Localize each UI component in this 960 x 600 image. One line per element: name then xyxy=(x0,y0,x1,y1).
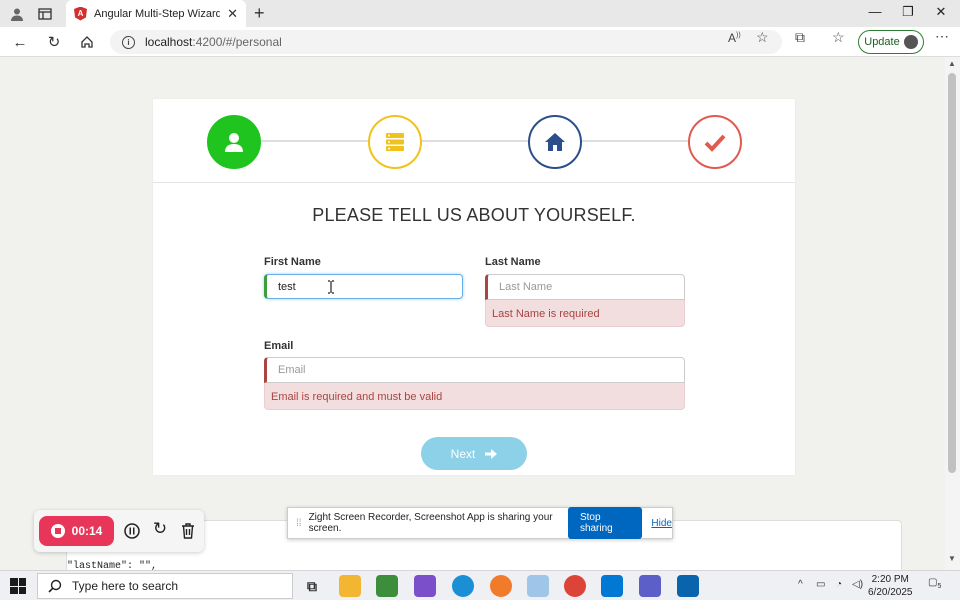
next-label: Next xyxy=(450,446,476,461)
text-cursor-icon xyxy=(328,280,334,294)
check-icon xyxy=(704,134,726,152)
search-icon xyxy=(48,579,62,593)
trash-icon[interactable] xyxy=(179,522,197,540)
windows-start-icon[interactable] xyxy=(10,578,26,594)
minimize-button[interactable]: — xyxy=(865,4,885,19)
more-menu-icon[interactable]: ⋯ xyxy=(935,28,949,45)
server-icon xyxy=(386,133,404,151)
read-aloud-icon[interactable]: A)) xyxy=(728,31,741,45)
drag-handle-icon[interactable]: ⁞⁞ xyxy=(296,518,302,529)
scrollbar[interactable]: ▲ ▼ xyxy=(945,57,960,570)
file-explorer-icon[interactable] xyxy=(339,575,361,597)
stop-sharing-button[interactable]: Stop sharing xyxy=(567,507,643,539)
battery-icon: ▭ xyxy=(816,579,826,590)
new-tab-button[interactable]: + xyxy=(254,3,265,24)
first-name-input[interactable] xyxy=(264,274,463,299)
json-line: "lastName": "", xyxy=(67,561,158,570)
screen-share-bar: ⁞⁞ Zight Screen Recorder, Screenshot App… xyxy=(287,507,673,539)
tab-bar: A Angular Multi-Step Wizard By ang ✕ + —… xyxy=(0,0,960,27)
step-work[interactable] xyxy=(368,115,422,169)
stop-icon xyxy=(50,524,65,538)
step-personal[interactable] xyxy=(207,115,261,169)
update-button[interactable]: Update xyxy=(858,30,924,54)
clock[interactable]: 2:20 PM 6/20/2025 xyxy=(868,573,913,599)
chrome-icon[interactable] xyxy=(564,575,586,597)
clock-time: 2:20 PM xyxy=(871,574,909,585)
back-icon[interactable]: ← xyxy=(11,33,29,51)
network-tool-icon[interactable] xyxy=(527,575,549,597)
update-label: Update xyxy=(864,36,900,48)
angular-logo-icon: A xyxy=(74,6,87,21)
favorite-star-icon[interactable]: ☆ xyxy=(756,29,769,46)
url-field[interactable]: i localhost:4200/#/personal xyxy=(110,30,782,54)
step-connector xyxy=(420,140,528,142)
edge-icon[interactable] xyxy=(452,575,474,597)
profile-icon[interactable] xyxy=(8,5,26,23)
close-window-button[interactable]: ✕ xyxy=(931,4,951,20)
next-button[interactable]: Next xyxy=(421,437,527,470)
scroll-thumb[interactable] xyxy=(948,73,956,473)
tab-close-icon[interactable]: ✕ xyxy=(227,6,238,22)
refresh-icon[interactable]: ↻ xyxy=(45,33,63,51)
avatar xyxy=(903,35,918,49)
outlook-icon[interactable] xyxy=(677,575,699,597)
vscode-icon[interactable] xyxy=(601,575,623,597)
image-editor-icon[interactable] xyxy=(376,575,398,597)
stop-recording-button[interactable]: 00:14 xyxy=(39,516,114,546)
teams-icon[interactable] xyxy=(639,575,661,597)
step-result[interactable] xyxy=(688,115,742,169)
browser-window: A Angular Multi-Step Wizard By ang ✕ + —… xyxy=(0,0,960,570)
step-indicator xyxy=(153,99,795,183)
email-input[interactable] xyxy=(264,357,685,383)
scroll-up-icon[interactable]: ▲ xyxy=(948,59,956,68)
restart-icon[interactable]: ↻ xyxy=(151,519,169,538)
restore-button[interactable]: ❐ xyxy=(898,4,918,20)
wizard-card: PLEASE TELL US ABOUT YOURSELF. First Nam… xyxy=(153,99,795,475)
hide-link[interactable]: Hide xyxy=(651,518,672,529)
tray-chevron-icon[interactable]: ^ xyxy=(798,579,803,590)
home-nav-icon[interactable] xyxy=(78,33,96,51)
volume-icon[interactable]: ◁) xyxy=(852,579,863,590)
site-info-icon[interactable]: i xyxy=(122,35,135,49)
first-name-label: First Name xyxy=(264,256,321,268)
user-icon xyxy=(225,133,243,152)
home-icon xyxy=(545,133,565,151)
postman-icon[interactable] xyxy=(490,575,512,597)
clock-date: 6/20/2025 xyxy=(868,587,913,598)
email-error: Email is required and must be valid xyxy=(264,383,685,410)
notification-count: 5 xyxy=(937,583,942,590)
last-name-error: Last Name is required xyxy=(485,300,685,327)
url-text: localhost:4200/#/personal xyxy=(145,35,282,49)
wifi-icon[interactable]: ◔ xyxy=(836,579,842,590)
last-name-input[interactable] xyxy=(485,274,685,300)
notification-icon[interactable]: ▢5 xyxy=(928,577,941,590)
workspaces-icon[interactable] xyxy=(36,5,54,23)
url-path: :4200/#/personal xyxy=(192,35,282,49)
share-message: Zight Screen Recorder, Screenshot App is… xyxy=(308,512,553,534)
taskbar: Type here to search ⧉ ^ ▭ ◔ ◁) 2:20 PM 6… xyxy=(0,570,960,600)
email-label: Email xyxy=(264,340,294,352)
recording-time: 00:14 xyxy=(71,524,103,538)
page-title: PLEASE TELL US ABOUT YOURSELF. xyxy=(312,205,636,225)
arrow-right-icon xyxy=(485,448,498,459)
scroll-down-icon[interactable]: ▼ xyxy=(948,554,956,563)
search-placeholder: Type here to search xyxy=(72,579,179,593)
url-host: localhost xyxy=(145,35,193,49)
taskbar-search[interactable]: Type here to search xyxy=(37,573,293,599)
favorites-icon[interactable]: ☆ xyxy=(832,29,845,46)
task-view-icon[interactable]: ⧉ xyxy=(301,575,323,597)
page-viewport: PLEASE TELL US ABOUT YOURSELF. First Nam… xyxy=(0,57,945,570)
step-address[interactable] xyxy=(528,115,582,169)
last-name-label: Last Name xyxy=(485,256,541,268)
extensions-icon[interactable]: ⧉ xyxy=(795,29,805,46)
recorder-widget: 00:14 ↻ xyxy=(34,510,204,552)
step-connector xyxy=(260,140,368,142)
tab-title: Angular Multi-Step Wizard By ang xyxy=(94,7,221,20)
step-connector xyxy=(581,140,689,142)
visual-studio-icon[interactable] xyxy=(414,575,436,597)
tab-active[interactable]: A Angular Multi-Step Wizard By ang ✕ xyxy=(66,0,246,27)
address-bar: ← ↻ i localhost:4200/#/personal A)) ☆ ⧉ … xyxy=(0,27,960,57)
pause-icon[interactable] xyxy=(123,522,141,540)
